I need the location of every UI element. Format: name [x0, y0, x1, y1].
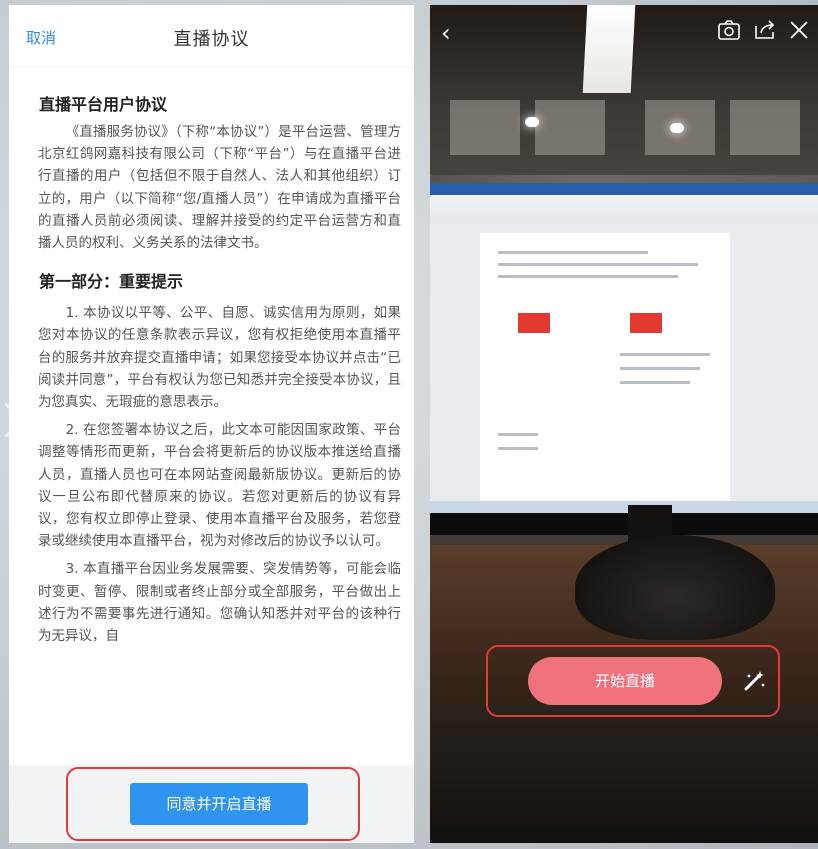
ceiling-light — [670, 123, 684, 133]
ceiling-lamp — [582, 5, 636, 93]
agreement-heading: 直播平台用户协议 — [39, 95, 168, 114]
beauty-wand-icon[interactable] — [740, 667, 768, 695]
close-icon[interactable] — [786, 17, 812, 43]
clause-3: 3. 本直播平台因业务发展需要、突发情势等，可能会临时变更、暂停、限制或者终止部… — [38, 561, 401, 645]
clause-1: 1. 本协议以平等、公平、自愿、诚实信用为原则，如果您对本协议的任意条款表示异议… — [38, 305, 401, 411]
desk-front — [430, 705, 818, 843]
doc-card — [518, 313, 550, 333]
camera-flip-icon[interactable] — [716, 17, 742, 43]
monitor-stand — [575, 535, 775, 640]
section-heading: 第一部分：重要提示 — [39, 272, 184, 292]
agreement-intro: 《直播服务协议》（下称“本协议”）是平台运营、管理方北京红鸽网嘉科技有限公司（下… — [38, 124, 401, 252]
agreement-header: 取消 直播协议 — [9, 5, 414, 68]
clause-2: 2. 在您签署本协议之后，此文本可能因国家政策、平台调整等情形而更新，平台会将更… — [38, 422, 401, 550]
monitor-bezel — [430, 513, 818, 535]
monitor-screen — [430, 183, 818, 513]
monitor-taskbar — [430, 501, 818, 513]
agreement-footer: 同意并开启直播 — [9, 765, 414, 843]
monitor-document — [480, 233, 730, 503]
ceiling-panel — [730, 100, 800, 155]
highlight-box: 同意并开启直播 — [66, 767, 360, 841]
ceiling-panel — [450, 100, 520, 155]
agreement-screen: 取消 直播协议 直播平台用户协议 《直播服务协议》（下称“本协议”）是平台运营、… — [9, 5, 414, 843]
back-icon[interactable]: ‹ — [441, 19, 451, 47]
camera-preview: ‹ 开始直播 — [430, 5, 818, 843]
ceiling-light — [525, 117, 539, 127]
share-icon[interactable] — [752, 17, 778, 43]
doc-card — [630, 313, 662, 333]
monitor-ribbon — [430, 183, 818, 223]
start-live-button[interactable]: 开始直播 — [528, 657, 722, 705]
agree-and-start-button[interactable]: 同意并开启直播 — [130, 783, 308, 825]
page-title: 直播协议 — [173, 29, 250, 50]
camera-monitor — [430, 183, 818, 535]
highlight-box: 开始直播 — [486, 645, 780, 717]
ceiling-panel — [535, 100, 605, 155]
agreement-content[interactable]: 直播平台用户协议 《直播服务协议》（下称“本协议”）是平台运营、管理方北京红鸽网… — [36, 87, 401, 767]
